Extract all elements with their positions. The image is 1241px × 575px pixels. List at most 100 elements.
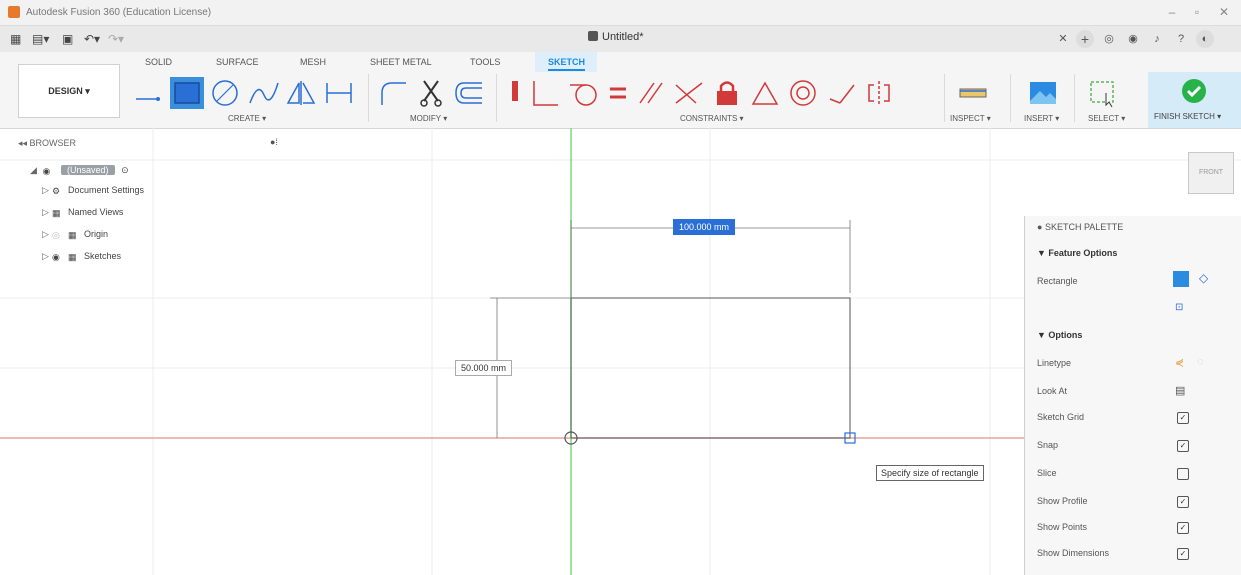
options-header[interactable]: ▼ Options [1037,330,1082,340]
document-tab[interactable]: Untitled* [588,31,644,43]
midpoint-constraint-icon[interactable] [748,77,782,109]
three-point-rectangle-icon[interactable]: ◇ [1199,271,1208,285]
browser-item-label: Sketches [84,251,122,261]
radio-icon[interactable]: ⊙ [121,165,129,175]
file-menu-icon[interactable]: ▤▾ [32,31,49,47]
root-component-label: (Unsaved) [61,165,115,175]
account-icon[interactable]: ◐ [1196,30,1214,48]
modify-group-label[interactable]: MODIFY ▾ [410,114,447,123]
inspect-group-label[interactable]: INSPECT ▾ [950,114,991,123]
eye-icon[interactable]: ◉ [43,163,55,176]
centerline-linetype-icon[interactable]: ◌ [1197,356,1204,368]
app-grid-icon[interactable]: ▦ [10,31,21,47]
notifications-icon[interactable]: ◉ [1124,30,1142,48]
rectangle-tool-icon[interactable] [170,77,204,109]
option-sketch-grid: Sketch Grid [1037,412,1085,422]
construction-linetype-icon[interactable]: ⋞ [1175,356,1184,369]
option-look-at: Look At [1037,386,1068,396]
collapse-icon[interactable]: ◢ [30,162,40,178]
spline-tool-icon[interactable] [246,77,280,109]
dimension-tool-icon[interactable] [322,77,356,109]
insert-image-icon[interactable] [1026,77,1060,109]
palette-header[interactable]: ● SKETCH PALETTE [1037,222,1123,232]
close-button[interactable]: ✕ [1212,4,1236,20]
create-group-label[interactable]: CREATE ▾ [228,114,266,123]
eye-icon[interactable]: ◉ [52,249,64,262]
sketch-grid-checkbox[interactable]: ✓ [1177,412,1189,424]
close-tab-icon[interactable]: ✕ [1054,30,1072,48]
coincident-constraint-icon[interactable] [528,77,562,109]
browser-item-sketches[interactable]: ▷ ◉ ▦ Sketches [42,248,121,264]
circle-tool-icon[interactable] [208,77,242,109]
bell-icon[interactable]: ♪ [1148,30,1166,48]
finish-sketch-button[interactable]: FINISH SKETCH ▾ [1148,72,1241,128]
two-point-rectangle-icon[interactable] [1173,271,1189,287]
measure-ruler-icon[interactable] [504,77,528,109]
offset-tool-icon[interactable] [452,77,486,109]
concentric-constraint-icon[interactable] [786,77,820,109]
browser-header[interactable]: ◂◂ BROWSER [18,138,76,149]
equal-constraint-icon[interactable] [604,77,632,109]
snap-checkbox[interactable]: ✓ [1177,440,1189,452]
symmetry-constraint-icon[interactable] [862,77,896,109]
insert-group-label[interactable]: INSERT ▾ [1024,114,1059,123]
redo-icon[interactable]: ↷▾ [108,31,124,47]
collinear-constraint-icon[interactable] [824,77,858,109]
browser-pin-icon[interactable]: ●⁞ [270,137,278,147]
undo-icon[interactable]: ↶▾ [84,31,100,47]
minimize-button[interactable]: – [1160,4,1184,20]
height-dimension-input[interactable]: 50.000 mm [455,360,513,376]
view-cube[interactable]: FRONT [1188,152,1234,194]
folder-icon: ▦ [68,252,77,262]
tab-solid[interactable]: SOLID [145,57,172,67]
folder-icon: ▦ [52,208,61,218]
tab-sketch[interactable]: SKETCH [548,57,586,71]
feature-options-header[interactable]: ▼ Feature Options [1037,248,1117,258]
fillet-tool-icon[interactable] [376,77,410,109]
line-tool-icon[interactable] [132,77,166,109]
slice-checkbox[interactable] [1177,468,1189,480]
title-bar: Autodesk Fusion 360 (Education License) … [0,0,1241,26]
tangent-constraint-icon[interactable] [566,77,600,109]
mirror-tool-icon[interactable] [284,77,318,109]
inspect-measure-icon[interactable] [956,77,990,109]
show-points-checkbox[interactable]: ✓ [1177,522,1189,534]
job-status-icon[interactable]: ◎ [1100,30,1118,48]
help-icon[interactable]: ? [1172,30,1190,48]
tab-sheet-metal[interactable]: SHEET METAL [370,57,432,67]
show-profile-checkbox[interactable]: ✓ [1177,496,1189,508]
expand-icon[interactable]: ▷ [42,204,52,220]
expand-icon[interactable]: ▷ [42,182,52,198]
separator [496,74,497,122]
center-rectangle-icon[interactable]: ⊡ [1175,302,1183,313]
restore-button[interactable]: ▫ [1185,4,1209,20]
quick-access-bar: ▦ ▤▾ ▣ ↶▾ ↷▾ Untitled* ✕ + ◎ ◉ ♪ ? ◐ [0,26,1241,52]
trim-tool-icon[interactable] [414,77,448,109]
constraints-group-label[interactable]: CONSTRAINTS ▾ [680,114,744,123]
browser-item-named-views[interactable]: ▷ ▦ Named Views [42,204,123,220]
select-group-label[interactable]: SELECT ▾ [1088,114,1125,123]
expand-icon[interactable]: ▷ [42,226,52,242]
parallel-constraint-icon[interactable] [634,77,668,109]
select-window-icon[interactable] [1086,77,1120,109]
tab-mesh[interactable]: MESH [300,57,326,67]
option-show-profile: Show Profile [1037,496,1088,506]
perpendicular-constraint-icon[interactable] [672,77,706,109]
eye-hidden-icon[interactable]: ◎ [52,227,64,240]
look-at-icon[interactable]: ▤ [1175,384,1185,397]
expand-icon[interactable]: ▷ [42,248,52,264]
show-dimensions-checkbox[interactable]: ✓ [1177,548,1189,560]
workspace-dropdown[interactable]: DESIGN ▾ [18,64,120,118]
tab-tools[interactable]: TOOLS [470,57,500,67]
tooltip: Specify size of rectangle [876,465,984,481]
tab-surface[interactable]: SURFACE [216,57,259,67]
save-icon[interactable]: ▣ [62,31,73,47]
browser-title: BROWSER [29,138,77,148]
width-dimension-input[interactable]: 100.000 mm [673,219,736,235]
browser-root[interactable]: ◢ ◉ (Unsaved) ⊙ [30,162,129,178]
option-show-points: Show Points [1037,522,1088,532]
fix-lock-icon[interactable] [710,77,744,109]
new-tab-icon[interactable]: + [1076,30,1094,48]
browser-item-document-settings[interactable]: ▷ ⚙ Document Settings [42,182,144,198]
browser-item-origin[interactable]: ▷ ◎ ▦ Origin [42,226,108,242]
